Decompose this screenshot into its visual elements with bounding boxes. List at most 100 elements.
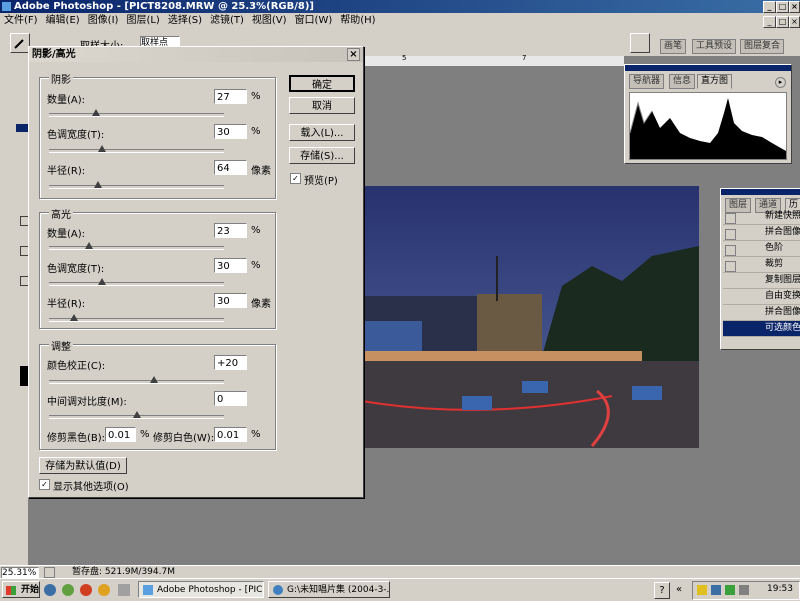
history-panel: 图层 通道 历 新建快照 拼合图像 色阶 裁剪 复制图层 自由变换 拼合图像 可… [720, 188, 800, 350]
quicklaunch-ie-icon[interactable] [44, 584, 56, 596]
panel-menu-icon[interactable]: ▸ [775, 77, 786, 88]
highlight-tonal-width-field[interactable]: 30 [214, 258, 247, 273]
menu-select[interactable]: 选择(S) [164, 13, 206, 29]
cancel-button[interactable]: 取消 [289, 97, 355, 114]
task-explorer-label: G:\未知唱片集 (2004-3-... [287, 585, 390, 595]
highlight-radius-field[interactable]: 30 [214, 293, 247, 308]
eyedropper-tool-icon[interactable] [10, 33, 30, 53]
doc-restore-button[interactable]: □ [776, 16, 789, 28]
highlight-tonal-width-label: 色调宽度(T): [47, 264, 105, 275]
quicklaunch-player-icon[interactable] [98, 584, 110, 596]
ok-button[interactable]: 确定 [289, 75, 355, 92]
window-title: Adobe Photoshop - [PICT8208.MRW @ 25.3%(… [14, 1, 314, 12]
shadow-tonal-width-field[interactable]: 30 [214, 124, 247, 139]
dock-tab-brushes[interactable]: 画笔 [660, 39, 687, 54]
toolbox-header [16, 124, 28, 132]
menu-window[interactable]: 窗口(W) [291, 13, 337, 29]
app-titlebar: Adobe Photoshop - [PICT8208.MRW @ 25.3%(… [0, 0, 800, 13]
tray-warning-icon[interactable] [697, 585, 707, 595]
highlight-tonal-width-slider-thumb[interactable] [97, 278, 106, 285]
shadow-radius-slider-thumb[interactable] [94, 181, 102, 188]
highlight-amount-slider-thumb[interactable] [85, 242, 94, 249]
color-correction-slider-track[interactable] [49, 380, 224, 384]
quicklaunch-desktop-icon[interactable] [118, 584, 130, 596]
shadow-amount-field[interactable]: 27 [214, 89, 247, 104]
doc-close-button[interactable]: × [789, 16, 800, 28]
tray-app-icon[interactable] [725, 585, 735, 595]
clip-white-field[interactable]: 0.01 [214, 427, 247, 442]
dock-tab-tool-presets[interactable]: 工具预设 [692, 39, 737, 54]
start-label: 开始 [21, 585, 40, 595]
close-button[interactable]: × [789, 1, 800, 13]
history-brush-column [725, 211, 736, 336]
menu-file[interactable]: 文件(F) [0, 13, 42, 29]
midtone-contrast-field[interactable]: 0 [214, 391, 247, 406]
shadow-tonal-width-slider-thumb[interactable] [97, 145, 106, 152]
midtone-contrast-slider-thumb[interactable] [132, 411, 141, 418]
maximize-button[interactable]: □ [776, 1, 789, 13]
menu-filter[interactable]: 滤镜(T) [206, 13, 248, 29]
tray-network-icon[interactable] [711, 585, 721, 595]
dialog-titlebar: 阴影/高光 × [29, 47, 363, 62]
menu-edit[interactable]: 编辑(E) [42, 13, 84, 29]
histogram-panel: 导航器 信息 直方图 ▸ [624, 64, 792, 164]
start-button[interactable]: 开始 [2, 581, 40, 598]
preview-label: 预览(P) [304, 176, 338, 187]
explorer-task-icon [273, 585, 283, 595]
shadow-amount-unit: % [251, 91, 261, 102]
tab-histogram[interactable]: 直方图 [697, 74, 733, 89]
tab-info[interactable]: 信息 [669, 74, 696, 89]
shadow-radius-slider-track[interactable] [49, 185, 224, 189]
history-panel-header [721, 189, 800, 195]
foreground-color-swatch[interactable] [20, 366, 28, 386]
document-canvas-photo[interactable] [362, 186, 699, 448]
quicklaunch-app-icon[interactable] [62, 584, 74, 596]
shadow-tonal-width-slider-track[interactable] [49, 149, 224, 153]
dialog-close-button[interactable]: × [347, 48, 360, 61]
highlight-amount-slider-track[interactable] [49, 246, 224, 250]
histogram-panel-header [625, 65, 791, 71]
shadow-amount-slider-track[interactable] [49, 113, 224, 117]
shadow-tonal-width-label: 色调宽度(T): [47, 130, 105, 141]
menu-layer[interactable]: 图层(L) [122, 13, 163, 29]
highlight-tonal-width-slider-track[interactable] [49, 282, 224, 286]
help-icon[interactable]: ? [654, 582, 670, 599]
save-button[interactable]: 存储(S)... [289, 147, 355, 164]
highlight-radius-slider-thumb[interactable] [69, 314, 78, 321]
doc-minimize-button[interactable]: _ [763, 16, 776, 28]
tab-navigator[interactable]: 导航器 [629, 74, 665, 89]
shadow-amount-label: 数量(A): [47, 95, 86, 106]
task-photoshop[interactable]: Adobe Photoshop - [PIC... [138, 581, 264, 598]
clip-black-field[interactable]: 0.01 [105, 427, 136, 442]
horizontal-ruler: 5 7 [362, 54, 624, 67]
show-more-options-checkbox[interactable]: ✓ [39, 479, 50, 490]
status-menu-icon[interactable] [44, 567, 55, 578]
system-tray: 19:53 [692, 581, 800, 600]
menu-help[interactable]: 帮助(H) [336, 13, 379, 29]
menu-view[interactable]: 视图(V) [248, 13, 291, 29]
color-correction-field[interactable]: +20 [214, 355, 247, 370]
menu-bar: 文件(F) 编辑(E) 图像(I) 图层(L) 选择(S) 滤镜(T) 视图(V) 窗口(W)… [0, 13, 800, 29]
minimize-button[interactable]: _ [763, 1, 776, 13]
task-explorer[interactable]: G:\未知唱片集 (2004-3-... [268, 581, 390, 598]
save-as-default-button[interactable]: 存储为默认值(D) [39, 457, 127, 474]
file-browser-icon[interactable] [630, 33, 650, 53]
show-more-options-label: 显示其他选项(O) [53, 482, 129, 493]
shadow-radius-field[interactable]: 64 [214, 160, 247, 175]
shadow-highlight-dialog: 阴影/高光 × 阴影 数量(A): 27 % 色调宽度(T): 30 % 半径(… [28, 46, 364, 498]
histogram-graph [629, 92, 787, 160]
shadow-amount-slider-thumb[interactable] [92, 109, 101, 116]
quicklaunch-media-icon[interactable] [80, 584, 92, 596]
clock: 19:53 [767, 584, 793, 594]
menu-image[interactable]: 图像(I) [84, 13, 123, 29]
tray-separator-icon: « [676, 584, 683, 595]
tray-volume-icon[interactable] [739, 585, 749, 595]
load-button[interactable]: 载入(L)... [289, 124, 355, 141]
color-correction-slider-thumb[interactable] [150, 376, 158, 383]
preview-checkbox[interactable]: ✓ [290, 173, 301, 184]
highlight-amount-field[interactable]: 23 [214, 223, 247, 238]
taskbar: 开始 Adobe Photoshop - [PIC... G:\未知唱片集 (2… [0, 578, 800, 601]
dock-tab-layer-comps[interactable]: 图层复合 [740, 39, 785, 54]
shadows-group-label: 阴影 [49, 71, 73, 86]
highlight-radius-label: 半径(R): [47, 299, 86, 310]
